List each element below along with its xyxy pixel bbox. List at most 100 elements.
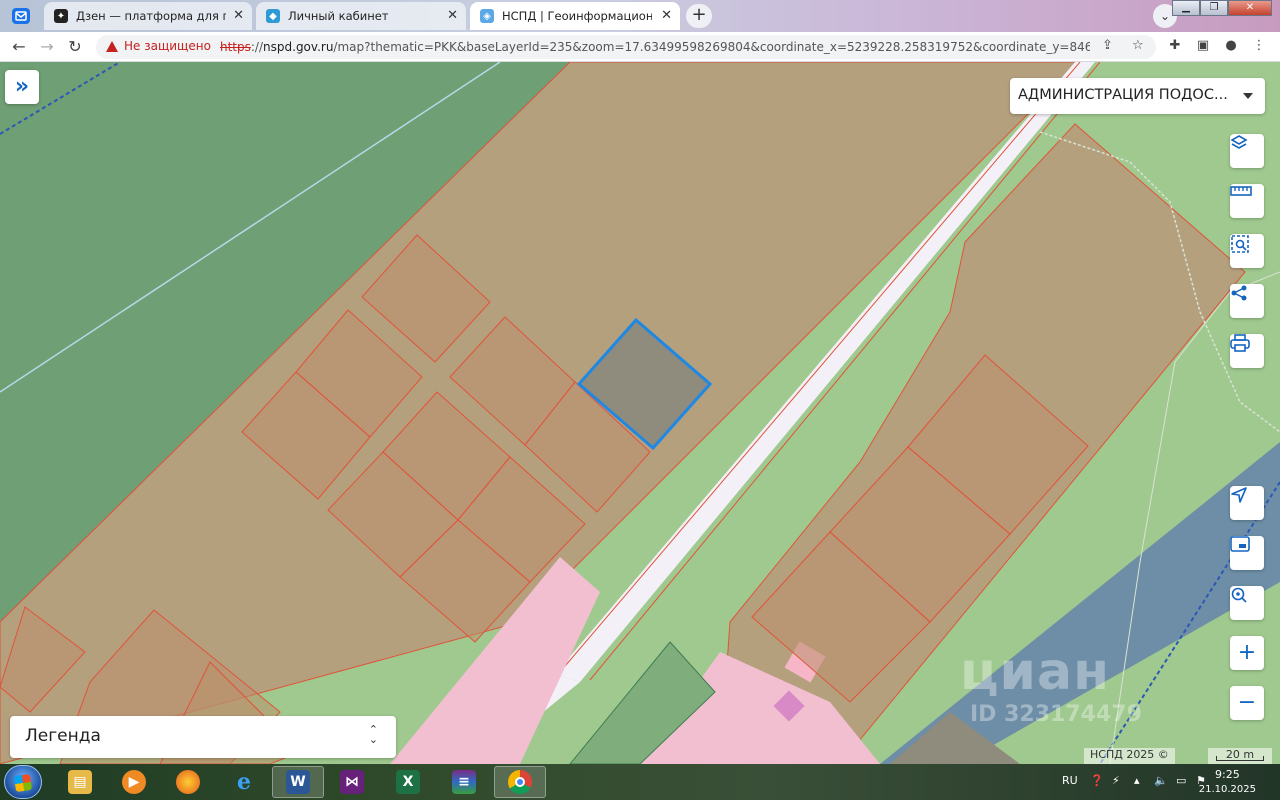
close-window-icon[interactable]: ✕ bbox=[1228, 0, 1272, 16]
media-player-icon: ▶ bbox=[122, 770, 146, 794]
winrar-icon: ≡ bbox=[452, 770, 476, 794]
side-panel-icon[interactable]: ▣ bbox=[1194, 38, 1212, 56]
share-icon bbox=[1231, 285, 1247, 301]
word-taskbar-button[interactable]: W bbox=[272, 766, 324, 798]
firefox-taskbar-button[interactable] bbox=[162, 766, 214, 798]
chevron-double-right-icon: » bbox=[14, 74, 30, 99]
copyright-text: НСПД 2025 © bbox=[1084, 748, 1175, 764]
share-page-icon[interactable]: ⇪ bbox=[1102, 38, 1113, 53]
cian-watermark: циан ID 323174479 bbox=[960, 642, 1142, 727]
minimize-icon[interactable]: ▁ bbox=[1172, 0, 1200, 16]
tab-search-menu-icon[interactable] bbox=[10, 6, 32, 26]
excel-icon: X bbox=[396, 770, 420, 794]
select-area-button[interactable] bbox=[1230, 234, 1264, 268]
clock-date: 21.10.2025 bbox=[1198, 784, 1256, 795]
reload-icon[interactable]: ↻ bbox=[64, 36, 86, 58]
zoom-in-button[interactable]: + bbox=[1230, 636, 1264, 670]
tab-title: НСПД | Геоинформационный п bbox=[502, 9, 652, 23]
internet-explorer-taskbar-button[interactable]: e bbox=[218, 766, 270, 798]
show-hidden-icons-icon[interactable]: ▴ bbox=[1134, 774, 1140, 787]
legend-panel[interactable]: Легенда ⌃ ⌄ bbox=[10, 716, 396, 758]
browser-tab-bar: ✦ Дзен — платформа для просмотр ✕ ◆ Личн… bbox=[0, 0, 1280, 32]
nspd-icon: ◈ bbox=[480, 9, 494, 23]
layers-icon bbox=[1230, 135, 1248, 149]
tab-title: Дзен — платформа для просмотр bbox=[76, 9, 226, 23]
chrome-taskbar-button[interactable] bbox=[494, 766, 546, 798]
explorer-taskbar-button[interactable]: ▤ bbox=[54, 766, 106, 798]
windows-logo-icon bbox=[13, 773, 33, 793]
excel-taskbar-button[interactable]: X bbox=[382, 766, 434, 798]
close-tab-icon[interactable]: ✕ bbox=[661, 8, 672, 23]
close-tab-icon[interactable]: ✕ bbox=[233, 8, 244, 23]
menu-kebab-icon[interactable]: ⋮ bbox=[1250, 38, 1268, 56]
url-path: /map?thematic=PKK&baseLayerId=235&zoom=1… bbox=[333, 40, 1090, 54]
minimap-icon bbox=[1230, 536, 1250, 552]
forward-icon[interactable]: → bbox=[36, 36, 58, 58]
close-tab-icon[interactable]: ✕ bbox=[447, 8, 458, 23]
winrar-taskbar-button[interactable]: ≡ bbox=[438, 766, 490, 798]
new-tab-button[interactable]: + bbox=[686, 4, 712, 28]
word-icon: W bbox=[286, 770, 310, 794]
ruler-button[interactable] bbox=[1230, 184, 1264, 218]
clock[interactable]: 9:25 21.10.2025 bbox=[1199, 767, 1256, 797]
layers-button[interactable] bbox=[1230, 134, 1264, 168]
share-button[interactable] bbox=[1230, 284, 1264, 318]
expand-panel-button[interactable]: » bbox=[5, 70, 39, 104]
url-text[interactable]: https://nspd.gov.ru/map?thematic=PKK&bas… bbox=[220, 40, 1090, 54]
zoom-out-icon: − bbox=[1237, 690, 1257, 715]
clock-time: 9:25 bbox=[1215, 768, 1240, 781]
security-indicator[interactable]: Не защищено bbox=[106, 39, 211, 53]
tab-title: Личный кабинет bbox=[288, 9, 389, 23]
region-select[interactable]: АДМИНИСТРАЦИЯ ПОДОС... bbox=[1010, 78, 1265, 114]
bookmark-star-icon[interactable]: ☆ bbox=[1132, 38, 1144, 53]
locate-button[interactable] bbox=[1230, 486, 1264, 520]
tab-dzen[interactable]: ✦ Дзен — платформа для просмотр ✕ bbox=[44, 2, 252, 30]
chrome-icon bbox=[508, 770, 532, 794]
system-tray: RU ❓ ⚡ ▴ 🔈 ▭ ⚑ 9:25 21.10.2025 bbox=[1050, 764, 1280, 800]
visual-studio-icon: ⋈ bbox=[340, 770, 364, 794]
tab-lichnyi-kabinet[interactable]: ◆ Личный кабинет ✕ bbox=[256, 2, 466, 30]
scale-bar: 20 m bbox=[1208, 748, 1272, 764]
back-icon[interactable]: ← bbox=[8, 36, 30, 58]
browser-toolbar: ← → ↻ Не защищено https://nspd.gov.ru/ma… bbox=[0, 32, 1280, 62]
network-icon[interactable]: ⚡ bbox=[1112, 774, 1120, 787]
print-button[interactable] bbox=[1230, 334, 1264, 368]
zoom-out-button[interactable]: − bbox=[1230, 686, 1264, 720]
internet-explorer-icon: e bbox=[237, 769, 251, 795]
gosuslugi-icon: ◆ bbox=[266, 9, 280, 23]
profile-icon[interactable]: ● bbox=[1222, 38, 1240, 56]
firefox-icon bbox=[176, 770, 200, 794]
tab-nspd[interactable]: ◈ НСПД | Геоинформационный п ✕ bbox=[470, 2, 680, 30]
maximize-icon[interactable]: ❐ bbox=[1200, 0, 1228, 16]
volume-icon[interactable]: 🔈 bbox=[1154, 774, 1168, 787]
url-host: nspd.gov.ru bbox=[263, 40, 334, 54]
windows-taskbar: ▤ ▶ e W ⋈ X ≡ RU ❓ ⚡ ▴ 🔈 ▭ ⚑ 9:25 21.10.… bbox=[0, 764, 1280, 800]
print-icon bbox=[1230, 334, 1250, 352]
zoom-in-icon: + bbox=[1237, 640, 1257, 665]
address-bar[interactable]: Не защищено https://nspd.gov.ru/map?them… bbox=[96, 35, 1156, 59]
search-location-button[interactable] bbox=[1230, 586, 1264, 620]
map-view[interactable]: » АДМИНИСТРАЦИЯ ПОДОС... + − циан ID 323… bbox=[0, 62, 1280, 764]
start-button[interactable] bbox=[4, 765, 42, 799]
caret-down-icon bbox=[1243, 93, 1253, 99]
visual-studio-taskbar-button[interactable]: ⋈ bbox=[326, 766, 378, 798]
watermark-id: ID 323174479 bbox=[970, 702, 1142, 727]
warning-icon bbox=[106, 40, 118, 52]
legend-label: Легенда bbox=[25, 726, 101, 746]
media-player-taskbar-button[interactable]: ▶ bbox=[108, 766, 160, 798]
search-location-icon bbox=[1231, 587, 1247, 603]
language-indicator[interactable]: RU bbox=[1062, 774, 1078, 787]
locate-icon bbox=[1231, 487, 1247, 503]
minimap-button[interactable] bbox=[1230, 536, 1264, 570]
select-area-icon bbox=[1231, 235, 1249, 253]
watermark-brand: циан bbox=[960, 642, 1110, 702]
help-icon[interactable]: ❓ bbox=[1090, 774, 1104, 787]
dzen-icon: ✦ bbox=[54, 9, 68, 23]
security-label: Не защищено bbox=[124, 39, 211, 53]
expand-collapse-icon[interactable]: ⌃ ⌄ bbox=[369, 724, 378, 745]
display-icon[interactable]: ▭ bbox=[1176, 774, 1186, 787]
ruler-icon bbox=[1230, 186, 1252, 196]
explorer-icon: ▤ bbox=[68, 770, 92, 794]
scale-line bbox=[1216, 756, 1264, 761]
extensions-icon[interactable]: ✚ bbox=[1166, 38, 1184, 56]
